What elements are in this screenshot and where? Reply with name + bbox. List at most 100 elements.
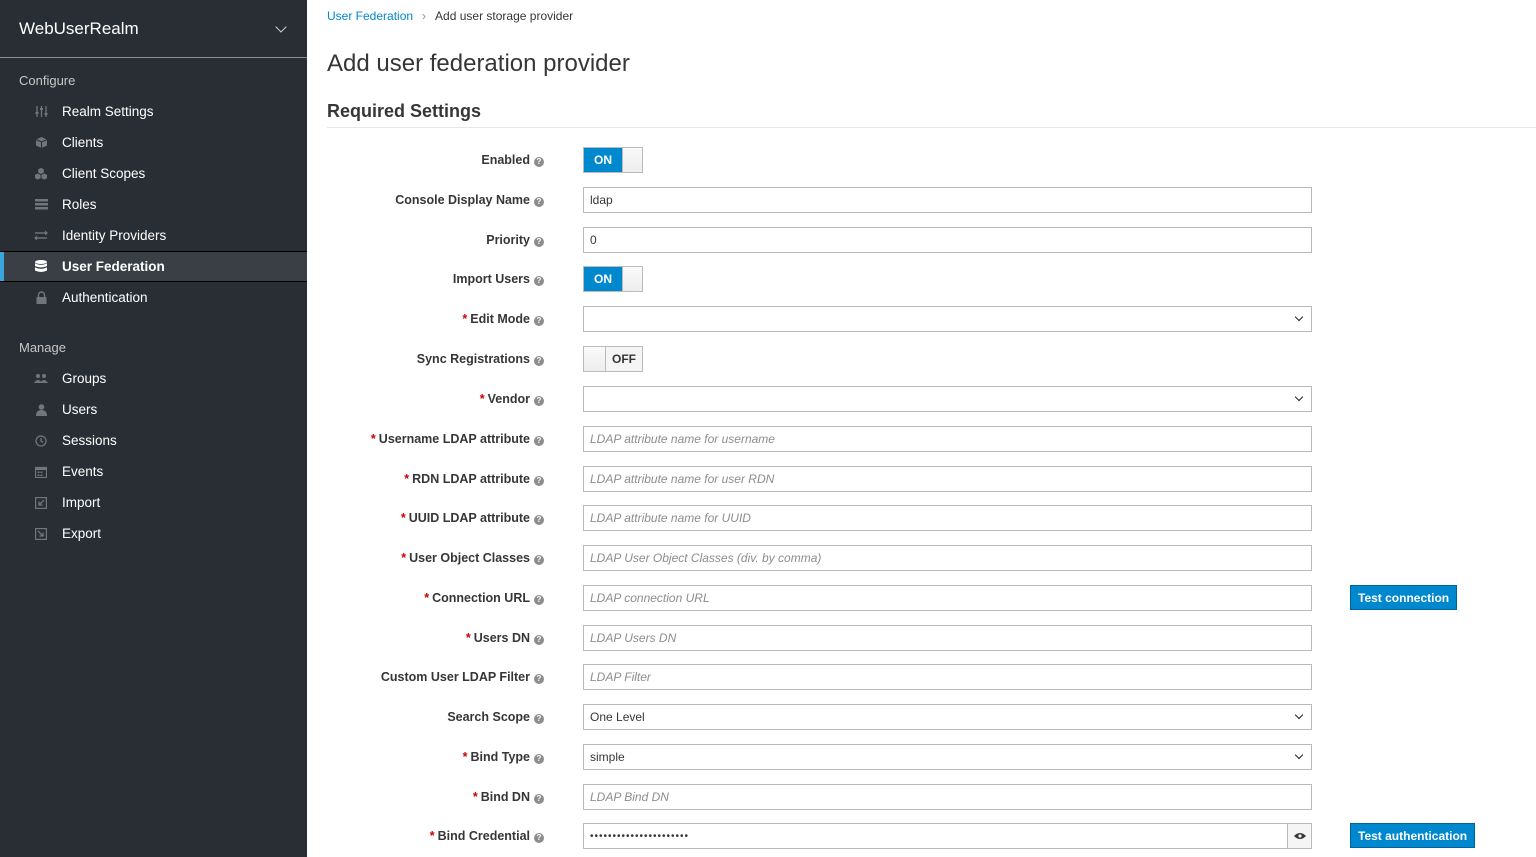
edit-mode-control bbox=[583, 306, 1312, 332]
export-icon bbox=[34, 527, 48, 541]
sidebar-item-user-federation[interactable]: User Federation bbox=[0, 251, 307, 282]
sidebar-item-client-scopes[interactable]: Client Scopes bbox=[0, 158, 307, 189]
help-icon[interactable]: ? bbox=[534, 714, 544, 724]
bind-credential-control bbox=[583, 823, 1312, 849]
uuid-ldap-attribute-input[interactable] bbox=[583, 505, 1312, 531]
required-mark: * bbox=[404, 472, 410, 486]
form-row-bind-type: * Bind Type? simple bbox=[307, 744, 1536, 770]
required-mark: * bbox=[429, 829, 435, 843]
enabled-toggle[interactable]: ON bbox=[583, 147, 643, 173]
sliders-icon bbox=[34, 105, 48, 119]
help-icon[interactable]: ? bbox=[534, 316, 544, 326]
breadcrumb: User Federation › Add user storage provi… bbox=[327, 9, 573, 23]
clock-icon bbox=[34, 434, 48, 448]
eye-icon[interactable] bbox=[1287, 823, 1312, 849]
form-row-enabled: Enabled? ON bbox=[307, 147, 1536, 173]
console-display-name-input[interactable] bbox=[583, 187, 1312, 213]
sidebar-item-clients[interactable]: Clients bbox=[0, 127, 307, 158]
search-scope-label: Search Scope? bbox=[447, 704, 544, 730]
import-users-label: Import Users? bbox=[453, 266, 544, 292]
help-icon[interactable]: ? bbox=[534, 754, 544, 764]
sidebar-item-import[interactable]: Import bbox=[0, 487, 307, 518]
users-dn-label: * Users DN? bbox=[466, 625, 544, 651]
sidebar-item-label: Import bbox=[62, 495, 101, 510]
priority-input[interactable] bbox=[583, 227, 1312, 253]
uuid-ldap-attribute-label: * UUID LDAP attribute? bbox=[401, 505, 544, 531]
users-dn-input[interactable] bbox=[583, 625, 1312, 651]
sidebar-item-label: Roles bbox=[62, 197, 97, 212]
form-row-sync-registrations: Sync Registrations? OFF bbox=[307, 346, 1536, 372]
cube-icon bbox=[34, 136, 48, 150]
sync-registrations-control: OFF bbox=[583, 346, 1312, 372]
form-row-user-object-classes: * User Object Classes? bbox=[307, 545, 1536, 571]
console-display-name-label: Console Display Name? bbox=[395, 187, 544, 213]
connection-url-input[interactable] bbox=[583, 585, 1312, 611]
help-icon[interactable]: ? bbox=[534, 476, 544, 486]
toggle-knob bbox=[622, 148, 642, 172]
sidebar-item-events[interactable]: Events bbox=[0, 456, 307, 487]
help-icon[interactable]: ? bbox=[534, 794, 544, 804]
bind-dn-input[interactable] bbox=[583, 784, 1312, 810]
help-icon[interactable]: ? bbox=[534, 356, 544, 366]
sidebar-item-authentication[interactable]: Authentication bbox=[0, 282, 307, 313]
search-scope-select[interactable]: One Level bbox=[583, 704, 1312, 730]
sidebar-item-export[interactable]: Export bbox=[0, 518, 307, 549]
bind-type-select[interactable]: simple bbox=[583, 744, 1312, 770]
breadcrumb-separator-icon: › bbox=[422, 9, 427, 23]
toggle-off-label: OFF bbox=[606, 347, 642, 371]
rdn-ldap-attribute-input[interactable] bbox=[583, 466, 1312, 492]
user-object-classes-input[interactable] bbox=[583, 545, 1312, 571]
calendar-icon bbox=[34, 465, 48, 479]
sidebar-item-roles[interactable]: Roles bbox=[0, 189, 307, 220]
help-icon[interactable]: ? bbox=[534, 674, 544, 684]
import-users-toggle[interactable]: ON bbox=[583, 266, 643, 292]
edit-mode-label: * Edit Mode? bbox=[462, 306, 544, 332]
form-row-connection-url: *Connection URL? Test connection bbox=[307, 585, 1536, 611]
sidebar-item-users[interactable]: Users bbox=[0, 394, 307, 425]
realm-name: WebUserRealm bbox=[19, 18, 139, 38]
sidebar-item-groups[interactable]: Groups bbox=[0, 363, 307, 394]
username-ldap-attribute-label: * Username LDAP attribute? bbox=[371, 426, 544, 452]
help-icon[interactable]: ? bbox=[534, 197, 544, 207]
required-mark: * bbox=[401, 551, 407, 565]
form-row-rdn-ldap-attribute: * RDN LDAP attribute? bbox=[307, 466, 1536, 492]
realm-selector[interactable]: WebUserRealm bbox=[0, 0, 307, 58]
vendor-select[interactable] bbox=[583, 386, 1312, 412]
help-icon[interactable]: ? bbox=[534, 396, 544, 406]
sync-registrations-toggle[interactable]: OFF bbox=[583, 346, 643, 372]
test-authentication-button[interactable]: Test authentication bbox=[1350, 823, 1476, 848]
sidebar-item-realm-settings[interactable]: Realm Settings bbox=[0, 96, 307, 127]
enabled-control: ON bbox=[583, 147, 1312, 173]
help-icon[interactable]: ? bbox=[534, 635, 544, 645]
test-connection-button[interactable]: Test connection bbox=[1350, 585, 1458, 610]
edit-mode-select[interactable] bbox=[583, 306, 1312, 332]
help-icon[interactable]: ? bbox=[534, 436, 544, 446]
custom-user-ldap-filter-input[interactable] bbox=[583, 664, 1312, 690]
priority-control bbox=[583, 227, 1312, 253]
sidebar-item-sessions[interactable]: Sessions bbox=[0, 425, 307, 456]
sidebar-item-label: Events bbox=[62, 464, 104, 479]
manage-section-title: Manage bbox=[19, 340, 66, 355]
users-dn-control bbox=[583, 625, 1312, 651]
bind-credential-input[interactable] bbox=[583, 823, 1312, 849]
sidebar-item-label: Users bbox=[62, 402, 98, 417]
form-row-custom-user-ldap-filter: Custom User LDAP Filter? bbox=[307, 664, 1536, 690]
help-icon[interactable]: ? bbox=[534, 595, 544, 605]
toggle-on-label: ON bbox=[584, 148, 622, 172]
sidebar-item-identity-providers[interactable]: Identity Providers bbox=[0, 220, 307, 251]
help-icon[interactable]: ? bbox=[534, 555, 544, 565]
username-ldap-attribute-input[interactable] bbox=[583, 426, 1312, 452]
bind-dn-label: * Bind DN? bbox=[473, 784, 544, 810]
bind-credential-label: * Bind Credential? bbox=[430, 823, 544, 849]
help-icon[interactable]: ? bbox=[534, 833, 544, 843]
help-icon[interactable]: ? bbox=[534, 237, 544, 247]
form-row-vendor: * Vendor? bbox=[307, 386, 1536, 412]
uuid-ldap-attribute-control bbox=[583, 505, 1312, 531]
user-object-classes-control bbox=[583, 545, 1312, 571]
form-row-bind-dn: * Bind DN? bbox=[307, 784, 1536, 810]
help-icon[interactable]: ? bbox=[534, 276, 544, 286]
help-icon[interactable]: ? bbox=[534, 157, 544, 167]
help-icon[interactable]: ? bbox=[534, 515, 544, 525]
form-row-uuid-ldap-attribute: * UUID LDAP attribute? bbox=[307, 505, 1536, 531]
breadcrumb-link-user-federation[interactable]: User Federation bbox=[327, 9, 413, 23]
